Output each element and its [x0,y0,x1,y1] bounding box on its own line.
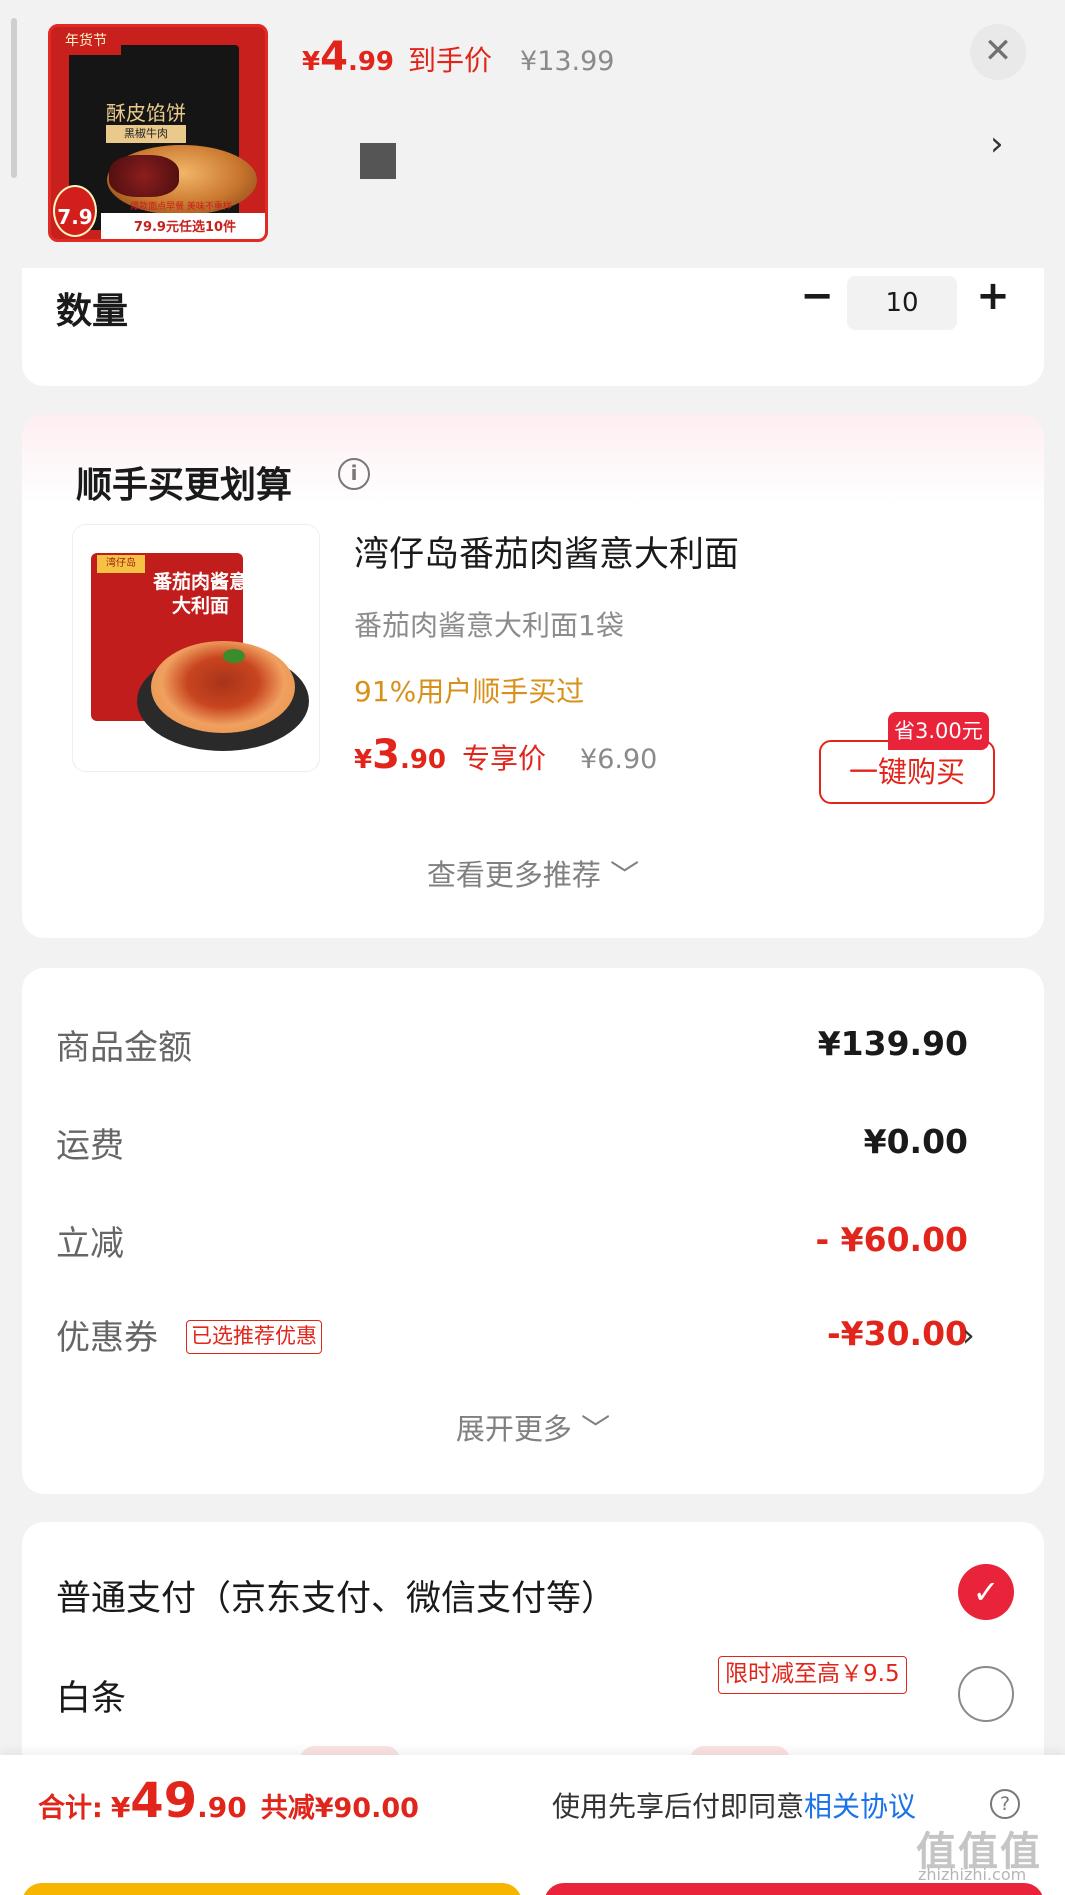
summary-label: 立减 [56,1224,124,1264]
bag-text: 番茄肉酱意大利面 [153,571,249,617]
summary-row-shipping: 运费 ¥0.00 [56,1118,968,1168]
filling-image [109,155,179,197]
summary-label: 优惠券 [56,1318,158,1358]
price-summary-card: 商品金额 ¥139.90 运费 ¥0.00 立减 - ¥60.00 优惠券 已选… [22,968,1044,1494]
payment-option-baitiao[interactable]: 白条 [56,1670,126,1721]
summary-label: 商品金额 [56,1028,192,1068]
checkout-bar: 合计: ¥ 49 .90 共减¥90.00 使用先享后付即同意相关协议 ? 值值… [0,1755,1065,1895]
package-title: 酥皮馅饼 [106,101,186,125]
package-subtitle: 黑椒牛肉 [106,125,186,143]
price-tag: 到手价 [408,44,493,77]
total-discount: 共减¥90.00 [260,1793,419,1824]
quantity-label: 数量 [56,291,129,332]
quantity-increase-button[interactable]: + [968,272,1018,322]
secondary-action-button[interactable] [22,1883,522,1895]
summary-value: -¥30.00 [826,1314,968,1353]
promo-ribbon-small: 爆款面点早餐 美味不重样 [130,202,232,212]
summary-value: - ¥60.00 [815,1220,968,1259]
price-integer: 4 [320,34,348,80]
order-total: 合计: ¥ 49 .90 共减¥90.00 [38,1773,419,1829]
help-icon[interactable]: ? [990,1789,1020,1819]
summary-value: ¥0.00 [863,1122,968,1161]
scrollbar[interactable] [11,18,17,178]
reference-price-badge: 7.9 [53,185,97,237]
total-label: 合计: [38,1793,103,1824]
recommendation-title: 顺手买更划算 [76,465,293,506]
original-price: ¥6.90 [580,744,658,775]
spec-swatch[interactable] [360,143,396,179]
summary-value: ¥139.90 [817,1024,968,1063]
price-integer: 3 [372,732,400,778]
total-decimal: .90 [197,1791,247,1824]
chevron-right-icon[interactable]: › [990,124,1004,164]
product-thumbnail[interactable]: 年货节 酥皮馅饼 黑椒牛肉 7.9 爆款面点早餐 美味不重样 79.9元任选10… [48,24,268,242]
price-decimal: .99 [347,47,394,77]
radio-button[interactable] [958,1666,1014,1722]
product-price: ¥ 4 .99 到手价 ¥13.99 [302,34,615,84]
recommended-product-spec: 番茄肉酱意大利面1袋 [354,609,624,642]
payment-option-regular[interactable]: 普通支付（京东支付、微信支付等） [56,1570,616,1621]
exclusive-price-tag: 专享价 [462,742,547,775]
currency-symbol: ¥ [302,47,321,77]
recommended-product-name[interactable]: 湾仔岛番茄肉酱意大利面 [354,526,739,577]
basil-leaf-image [223,649,245,663]
promo-ribbon: 79.9元任选10件 [101,213,265,239]
chevron-right-icon[interactable]: › [962,1316,975,1354]
info-icon[interactable]: i [338,458,370,490]
agreement-link[interactable]: 相关协议 [804,1790,916,1823]
checkmark-icon[interactable]: ✓ [958,1564,1014,1620]
quantity-card: 数量 − 10 + [22,268,1044,386]
summary-row-subtotal: 商品金额 ¥139.90 [56,1020,968,1070]
agreement-prefix: 使用先享后付即同意 [552,1790,805,1823]
quantity-decrease-button[interactable]: − [792,272,842,322]
expand-more-button[interactable]: 展开更多 ﹀ [22,1406,1044,1448]
brand-label: 湾仔岛 [97,555,145,573]
quantity-input[interactable]: 10 [847,276,957,330]
price-decimal: .90 [399,745,446,775]
summary-row-coupon[interactable]: 优惠券 已选推荐优惠 -¥30.00 [56,1310,968,1360]
product-header: 年货节 酥皮馅饼 黑椒牛肉 7.9 爆款面点早餐 美味不重样 79.9元任选10… [0,0,1065,275]
close-icon[interactable]: ✕ [970,24,1026,80]
purchase-rate: 91%用户顺手买过 [354,675,585,708]
original-price: ¥13.99 [520,46,615,77]
total-integer: 49 [130,1773,198,1829]
festival-tag: 年货节 [51,27,121,55]
recommendation-card: 顺手买更划算 i 湾仔岛 番茄肉酱意大利面 湾仔岛番茄肉酱意大利面 番茄肉酱意大… [22,414,1044,938]
currency-symbol: ¥ [110,1791,131,1824]
watermark-url: zhizhizhi.com [918,1865,1027,1884]
savings-badge: 省3.00元 [888,712,989,750]
see-more-recommendations[interactable]: 查看更多推荐 ﹀ [22,852,1044,894]
summary-label: 运费 [56,1126,124,1166]
primary-action-button[interactable] [544,1883,1044,1895]
recommended-product-price: ¥ 3 .90 专享价 ¥6.90 [354,732,657,778]
currency-symbol: ¥ [354,745,373,775]
summary-row-instant-discount: 立减 - ¥60.00 [56,1216,968,1266]
recommended-product-thumbnail[interactable]: 湾仔岛 番茄肉酱意大利面 [72,524,320,772]
coupon-selected-tag: 已选推荐优惠 [186,1320,322,1354]
promo-tag: 限时减至高￥9.5 [718,1656,907,1694]
agreement-text: 使用先享后付即同意相关协议 [552,1785,916,1825]
